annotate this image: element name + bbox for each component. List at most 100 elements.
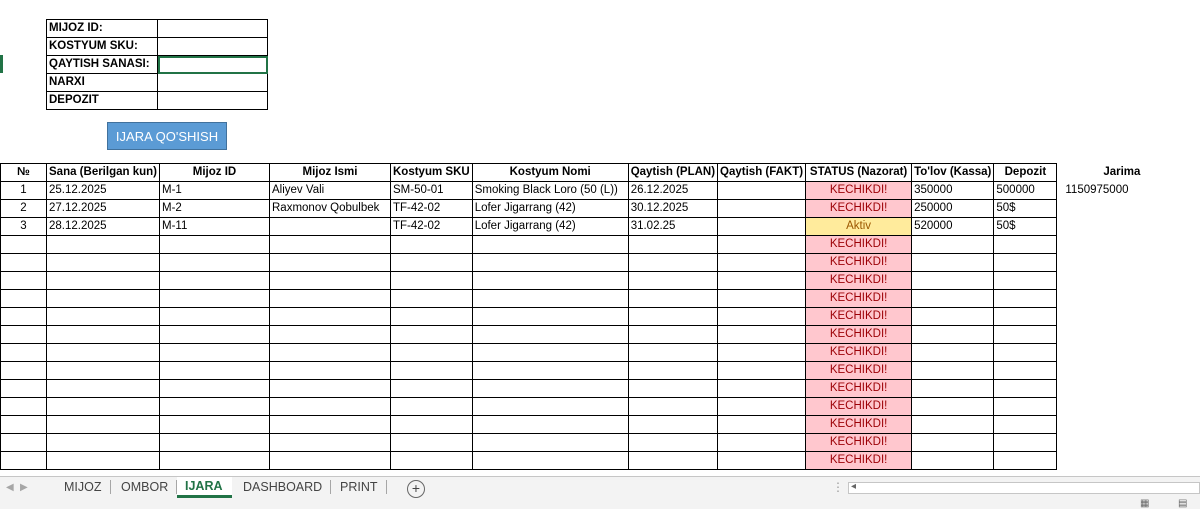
table-cell[interactable]	[1057, 380, 1187, 398]
table-cell[interactable]	[390, 343, 473, 362]
table-cell[interactable]	[627, 325, 719, 344]
table-cell[interactable]	[0, 325, 47, 344]
cell-mijoz-id[interactable]: M-1	[159, 181, 270, 200]
cell-status[interactable]: KECHIKDI!	[805, 199, 913, 218]
table-cell[interactable]	[159, 397, 270, 416]
table-cell[interactable]	[717, 343, 807, 362]
cell-status[interactable]: KECHIKDI!	[805, 181, 913, 200]
cell-status[interactable]: KECHIKDI!	[805, 271, 913, 290]
form-input-mijoz-id[interactable]	[157, 19, 268, 38]
table-cell[interactable]	[627, 307, 719, 326]
cell-no[interactable]: 2	[0, 199, 47, 218]
table-cell[interactable]	[159, 307, 270, 326]
table-cell[interactable]	[1057, 236, 1187, 254]
table-cell[interactable]	[390, 433, 473, 452]
table-cell[interactable]	[911, 361, 995, 380]
table-cell[interactable]	[0, 397, 47, 416]
cell-qaytish-fakt[interactable]	[717, 217, 807, 236]
table-cell[interactable]	[471, 433, 629, 452]
cell-kostyum-nomi[interactable]: Lofer Jigarrang (42)	[471, 217, 629, 236]
cell-jarima[interactable]	[1057, 200, 1187, 218]
horizontal-scrollbar[interactable]: ◂	[848, 481, 1200, 494]
table-cell[interactable]	[390, 235, 473, 254]
cell-qaytish-plan[interactable]: 30.12.2025	[627, 199, 719, 218]
cell-tolov[interactable]: 520000	[911, 217, 995, 236]
cell-status[interactable]: KECHIKDI!	[805, 253, 913, 272]
table-cell[interactable]	[471, 271, 629, 290]
header-kostyum-sku[interactable]: Kostyum SKU	[390, 163, 473, 182]
table-cell[interactable]	[911, 271, 995, 290]
table-cell[interactable]	[0, 271, 47, 290]
cell-mijoz-ismi[interactable]	[269, 217, 391, 236]
cell-sana[interactable]: 28.12.2025	[46, 217, 160, 236]
table-cell[interactable]	[717, 451, 807, 470]
table-cell[interactable]	[159, 253, 270, 272]
table-cell[interactable]	[471, 307, 629, 326]
table-cell[interactable]	[159, 235, 270, 254]
table-cell[interactable]	[0, 307, 47, 326]
header-depozit[interactable]: Depozit	[993, 163, 1058, 182]
table-cell[interactable]	[269, 397, 391, 416]
cell-status[interactable]: KECHIKDI!	[805, 343, 913, 362]
table-cell[interactable]	[471, 451, 629, 470]
table-cell[interactable]	[1057, 398, 1187, 416]
form-input-kostyum-sku[interactable]	[157, 37, 268, 56]
cell-mijoz-id[interactable]: M-2	[159, 199, 270, 218]
table-cell[interactable]	[46, 253, 160, 272]
table-cell[interactable]	[471, 397, 629, 416]
table-cell[interactable]	[993, 235, 1058, 254]
cell-mijoz-ismi[interactable]: Raxmonov Qobulbek	[269, 199, 391, 218]
table-cell[interactable]	[159, 433, 270, 452]
table-cell[interactable]	[159, 325, 270, 344]
cell-qaytish-fakt[interactable]	[717, 199, 807, 218]
cell-status[interactable]: Aktiv	[805, 217, 913, 236]
cell-qaytish-plan[interactable]: 31.02.25	[627, 217, 719, 236]
table-cell[interactable]	[993, 451, 1058, 470]
table-cell[interactable]	[471, 361, 629, 380]
cell-kostyum-sku[interactable]: TF-42-02	[390, 199, 473, 218]
cell-mijoz-ismi[interactable]: Aliyev Vali	[269, 181, 391, 200]
cell-tolov[interactable]: 350000	[911, 181, 995, 200]
header-kostyum-nomi[interactable]: Kostyum Nomi	[471, 163, 629, 182]
table-cell[interactable]	[717, 379, 807, 398]
cell-sana[interactable]: 27.12.2025	[46, 199, 160, 218]
cell-qaytish-plan[interactable]: 26.12.2025	[627, 181, 719, 200]
table-cell[interactable]	[717, 253, 807, 272]
table-cell[interactable]	[46, 289, 160, 308]
table-cell[interactable]	[46, 415, 160, 434]
table-cell[interactable]	[0, 433, 47, 452]
table-cell[interactable]	[0, 343, 47, 362]
table-cell[interactable]	[46, 307, 160, 326]
table-cell[interactable]	[269, 307, 391, 326]
table-cell[interactable]	[159, 343, 270, 362]
table-cell[interactable]	[993, 361, 1058, 380]
table-cell[interactable]	[911, 415, 995, 434]
table-cell[interactable]	[717, 271, 807, 290]
table-cell[interactable]	[627, 361, 719, 380]
table-cell[interactable]	[0, 415, 47, 434]
table-cell[interactable]	[911, 343, 995, 362]
table-cell[interactable]	[390, 415, 473, 434]
table-cell[interactable]	[1057, 344, 1187, 362]
table-cell[interactable]	[269, 325, 391, 344]
cell-status[interactable]: KECHIKDI!	[805, 451, 913, 470]
cell-status[interactable]: KECHIKDI!	[805, 433, 913, 452]
table-cell[interactable]	[390, 271, 473, 290]
cell-status[interactable]: KECHIKDI!	[805, 397, 913, 416]
table-cell[interactable]	[717, 235, 807, 254]
table-cell[interactable]	[993, 379, 1058, 398]
normal-view-icon[interactable]: ▦	[1140, 498, 1149, 509]
table-cell[interactable]	[717, 415, 807, 434]
header-tolov[interactable]: To'lov (Kassa)	[911, 163, 995, 182]
table-cell[interactable]	[627, 235, 719, 254]
table-cell[interactable]	[627, 379, 719, 398]
table-cell[interactable]	[269, 433, 391, 452]
table-cell[interactable]	[471, 235, 629, 254]
table-cell[interactable]	[627, 289, 719, 308]
sheet-tab-mijoz[interactable]: MIJOZ	[56, 480, 111, 494]
cell-status[interactable]: KECHIKDI!	[805, 289, 913, 308]
table-cell[interactable]	[159, 271, 270, 290]
table-cell[interactable]	[390, 307, 473, 326]
cell-sana[interactable]: 25.12.2025	[46, 181, 160, 200]
cell-status[interactable]: KECHIKDI!	[805, 235, 913, 254]
